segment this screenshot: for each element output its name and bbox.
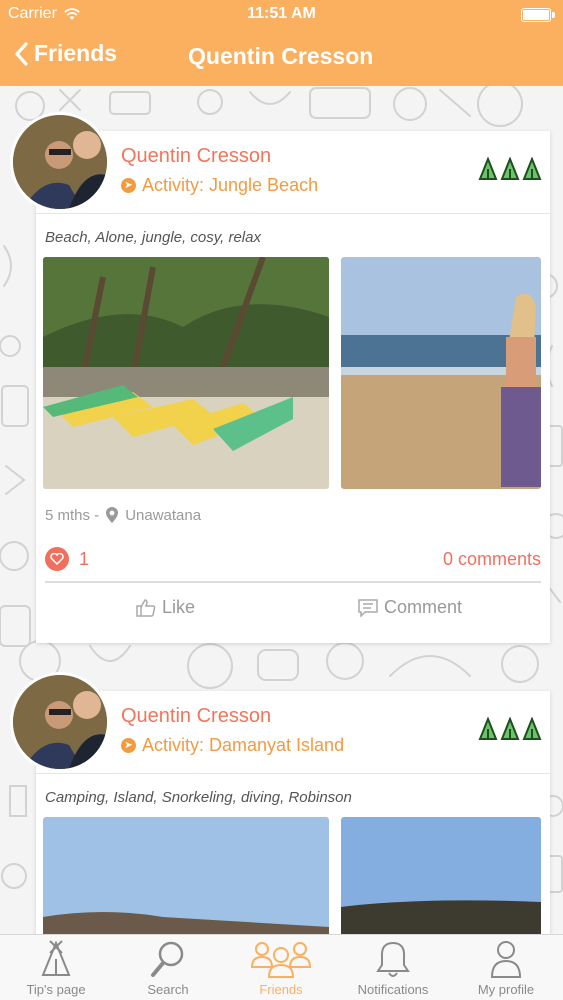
actions-divider [45,581,541,583]
thumbs-up-icon [136,598,156,617]
navigation-header: Carrier 11:51 AM Friends Quentin Cresson [0,0,563,86]
post-actions: Like Comment [36,597,550,627]
tent-icon [522,717,542,740]
post-tags: Beach, Alone, jungle, cosy, relax [45,229,261,246]
comment-icon [358,598,378,617]
post-photo-island-sky[interactable] [341,817,541,934]
tab-search[interactable]: Search [112,937,224,999]
activity-label: Activity: Jungle Beach [142,175,319,195]
friends-icon [250,942,312,978]
activity-icon: ➤ [121,738,136,753]
post-card: Quentin Cresson ➤ Activity: Jungle Beach… [36,131,550,643]
post-photo-island-shore[interactable] [43,817,329,934]
post-activity[interactable]: ➤ Activity: Jungle Beach [121,175,318,196]
avatar[interactable] [10,112,110,212]
tent-icon [500,717,520,740]
tab-tips-page[interactable]: Tip's page [0,937,112,999]
header-divider [36,773,550,774]
tab-label: Friends [259,982,303,997]
feed-scroll-area[interactable]: Quentin Cresson ➤ Activity: Jungle Beach… [0,86,563,934]
post-author[interactable]: Quentin Cresson [121,705,271,728]
tent-icon [478,157,498,180]
tab-label: Notifications [357,982,429,997]
search-icon [151,941,184,977]
tab-label: Tip's page [26,982,86,997]
tent-icon [41,940,71,976]
tab-notifications[interactable]: Notifications [337,937,449,999]
avatar[interactable] [10,672,110,772]
post-age: 5 mths - [45,506,100,524]
post-photo-beach-child[interactable] [341,257,541,489]
profile-icon [490,941,522,978]
activity-icon: ➤ [121,178,136,193]
like-label: Like [162,597,196,617]
status-bar: Carrier 11:51 AM [0,0,563,30]
post-card: Quentin Cresson ➤ Activity: Damanyat Isl… [36,691,550,934]
nav-bar: Friends Quentin Cresson [0,30,563,86]
header-divider [36,213,550,214]
tent-icon [500,157,520,180]
battery-icon [521,8,555,22]
tab-my-profile[interactable]: My profile [450,937,562,999]
tab-friends[interactable]: Friends [225,937,337,999]
bell-icon [376,941,410,977]
rating-tents [478,717,542,741]
post-activity[interactable]: ➤ Activity: Damanyat Island [121,735,344,756]
post-location[interactable]: Unawatana [125,507,201,524]
status-time: 11:51 AM [247,5,316,22]
like-count: 1 [79,549,90,569]
tent-icon [478,717,498,740]
post-photo-jungle-beach[interactable] [43,257,329,489]
comments-count-link[interactable]: 0 comments [443,549,541,570]
chevron-left-icon [15,41,28,66]
comment-button[interactable]: Comment [358,597,462,618]
location-pin-icon [106,507,119,523]
like-button[interactable]: Like [136,597,195,618]
comment-label: Comment [384,597,463,617]
rating-tents [478,157,542,181]
post-meta: 5 mths - Unawatana [45,506,201,524]
heart-icon[interactable] [45,547,69,571]
tab-label: My profile [477,982,535,997]
activity-label: Activity: Damanyat Island [142,735,345,755]
post-tags: Camping, Island, Snorkeling, diving, Rob… [45,789,352,806]
tent-icon [522,157,542,180]
post-author[interactable]: Quentin Cresson [121,145,271,168]
page-title: Quentin Cresson [188,43,374,69]
tab-bar: Tip's page Search Friends Notifications [0,934,563,1000]
likes-row: 1 0 comments [45,547,541,573]
back-button[interactable]: Friends [14,40,117,67]
tab-label: Search [147,982,189,997]
back-label: Friends [34,40,118,66]
